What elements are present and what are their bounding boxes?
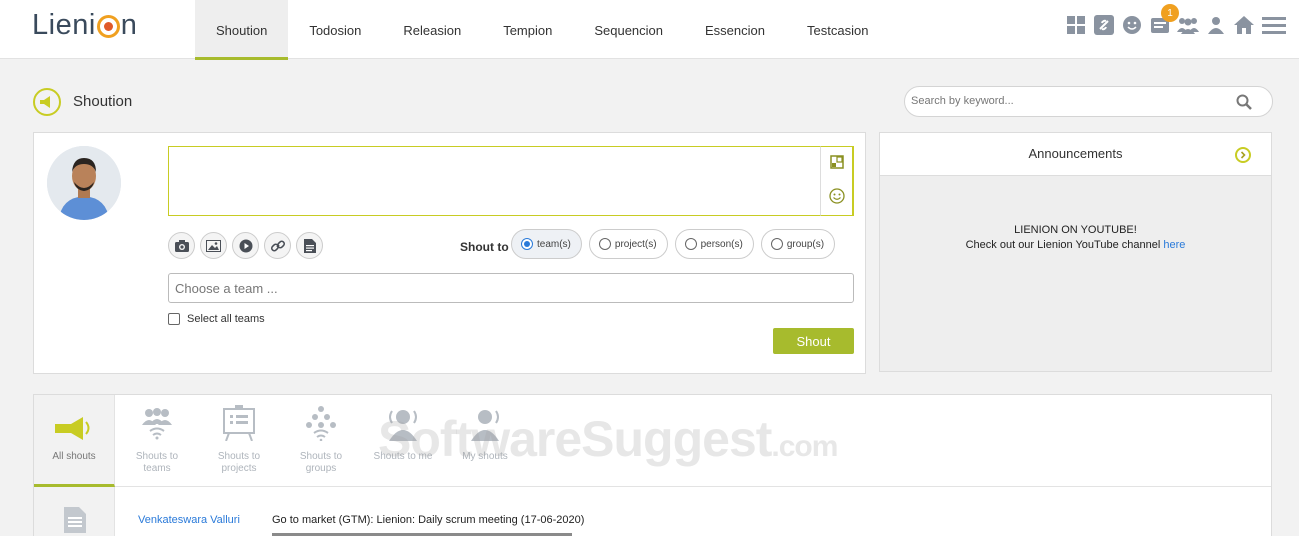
feed-tab-label: Shouts to bbox=[217, 451, 261, 462]
team-select-placeholder: Choose a team ... bbox=[175, 281, 278, 296]
announcement-body-text: Check out our Lienion YouTube channel bbox=[965, 239, 1164, 251]
nav-tab-todosion[interactable]: Todosion bbox=[288, 0, 382, 60]
tab-shouts-to-projects[interactable]: Shouts to projects bbox=[198, 395, 280, 487]
top-bar: Lieni n Shoution Todosion Releasion Tempi… bbox=[0, 0, 1299, 60]
feed-tab-label: projects bbox=[221, 463, 257, 474]
select-all-label: Select all teams bbox=[187, 313, 265, 325]
announcement-link[interactable]: here bbox=[1163, 239, 1185, 251]
announcements-panel: Announcements LIENION ON YOUTUBE! Check … bbox=[879, 132, 1272, 372]
shout-to-label: Shout to bbox=[460, 240, 509, 254]
avatar bbox=[47, 146, 121, 220]
project-board-icon bbox=[222, 395, 256, 445]
select-all-checkbox[interactable] bbox=[168, 313, 180, 325]
megaphone-icon bbox=[33, 88, 61, 116]
tab-shouts-to-groups[interactable]: Shouts to groups bbox=[280, 395, 362, 487]
team-select[interactable]: Choose a team ... bbox=[168, 273, 854, 303]
nav-tab-testcasion[interactable]: Testcasion bbox=[786, 0, 889, 60]
nav-tab-essencion[interactable]: Essencion bbox=[684, 0, 786, 60]
target-groups-radio[interactable]: group(s) bbox=[760, 229, 836, 259]
camera-icon[interactable] bbox=[168, 232, 195, 259]
notes-icon[interactable]: 1 bbox=[1149, 4, 1179, 36]
user-icon[interactable] bbox=[1205, 14, 1227, 36]
video-icon[interactable] bbox=[232, 232, 259, 259]
watermark: SoftwareSuggest.com bbox=[378, 410, 838, 468]
announcements-header: Announcements bbox=[880, 133, 1271, 176]
target-label: person(s) bbox=[700, 238, 743, 250]
radio-indicator bbox=[598, 238, 611, 250]
app-logo[interactable]: Lieni n bbox=[32, 9, 137, 42]
top-icon-bar: 1 bbox=[1065, 4, 1287, 36]
shout-textarea[interactable] bbox=[168, 146, 854, 216]
expand-icon[interactable] bbox=[829, 155, 844, 172]
smiley-icon[interactable] bbox=[1121, 14, 1143, 36]
compose-card: Shout to team(s) project(s) person(s) gr… bbox=[33, 132, 866, 374]
announcements-title: Announcements bbox=[1028, 146, 1123, 161]
link-icon[interactable] bbox=[1093, 14, 1115, 36]
group-icon bbox=[304, 395, 338, 445]
target-label: team(s) bbox=[537, 238, 571, 250]
radio-indicator bbox=[521, 238, 533, 250]
logo-mark-icon bbox=[96, 15, 120, 38]
tab-all-shouts[interactable]: All shouts bbox=[34, 395, 115, 487]
document-icon[interactable] bbox=[296, 232, 323, 259]
radio-indicator bbox=[770, 238, 783, 250]
target-teams-radio[interactable]: team(s) bbox=[511, 229, 582, 259]
image-icon[interactable] bbox=[200, 232, 227, 259]
feed-tab-label: All shouts bbox=[52, 451, 96, 462]
shout-button[interactable]: Shout bbox=[773, 328, 854, 354]
menu-icon[interactable] bbox=[1261, 14, 1287, 36]
select-all-teams[interactable]: Select all teams bbox=[168, 313, 265, 325]
home-icon[interactable] bbox=[1233, 14, 1255, 36]
page-title: Shoution bbox=[73, 93, 133, 110]
radio-indicator bbox=[684, 238, 697, 250]
shout-target-group: team(s) project(s) person(s) group(s) bbox=[511, 229, 836, 259]
attachment-toolbar bbox=[168, 232, 323, 259]
megaphone-icon bbox=[55, 395, 93, 445]
nav-tab-sequencion[interactable]: Sequencion bbox=[573, 0, 684, 60]
feed-tab-label: teams bbox=[143, 463, 171, 474]
watermark-text: SoftwareSuggest bbox=[378, 411, 772, 467]
team-icon[interactable] bbox=[1177, 14, 1199, 36]
target-projects-radio[interactable]: project(s) bbox=[588, 229, 668, 259]
apps-grid-icon[interactable] bbox=[1065, 14, 1087, 36]
target-persons-radio[interactable]: person(s) bbox=[674, 229, 754, 259]
search-input[interactable] bbox=[911, 95, 1211, 107]
nav-tab-shoution[interactable]: Shoution bbox=[195, 0, 289, 60]
main-nav: Shoution Todosion Releasion Tempion Sequ… bbox=[195, 0, 889, 60]
search-box bbox=[904, 86, 1273, 117]
link-attach-icon[interactable] bbox=[264, 232, 291, 259]
feed-tab-label: groups bbox=[305, 463, 337, 474]
announcement-headline: LIENION ON YOUTUBE! bbox=[1014, 224, 1137, 236]
chevron-right-icon[interactable] bbox=[1235, 147, 1251, 163]
emoji-icon[interactable] bbox=[828, 188, 845, 207]
feed-tab-label: Shouts to bbox=[135, 451, 179, 462]
target-label: project(s) bbox=[614, 238, 657, 250]
logo-text-left: Lieni bbox=[32, 9, 96, 41]
logo-text-right: n bbox=[120, 9, 138, 41]
nav-tab-releasion[interactable]: Releasion bbox=[382, 0, 482, 60]
watermark-suffix: .com bbox=[771, 430, 838, 463]
document-icon bbox=[64, 507, 86, 536]
announcement-body: Check out our Lienion YouTube channel he… bbox=[880, 239, 1271, 251]
nav-tab-tempion[interactable]: Tempion bbox=[482, 0, 573, 60]
target-label: group(s) bbox=[786, 238, 825, 250]
tab-shouts-to-teams[interactable]: Shouts to teams bbox=[116, 395, 198, 487]
search-icon[interactable] bbox=[1236, 94, 1252, 113]
team-icon bbox=[140, 395, 174, 445]
textarea-side-tools bbox=[820, 146, 853, 216]
feed-item-text: Go to market (GTM): Lienion: Daily scrum… bbox=[272, 514, 585, 526]
feed-tab-label: Shouts to bbox=[299, 451, 343, 462]
feed-item-author[interactable]: Venkateswara Valluri bbox=[138, 514, 240, 526]
feed-item-type-column bbox=[34, 487, 115, 536]
